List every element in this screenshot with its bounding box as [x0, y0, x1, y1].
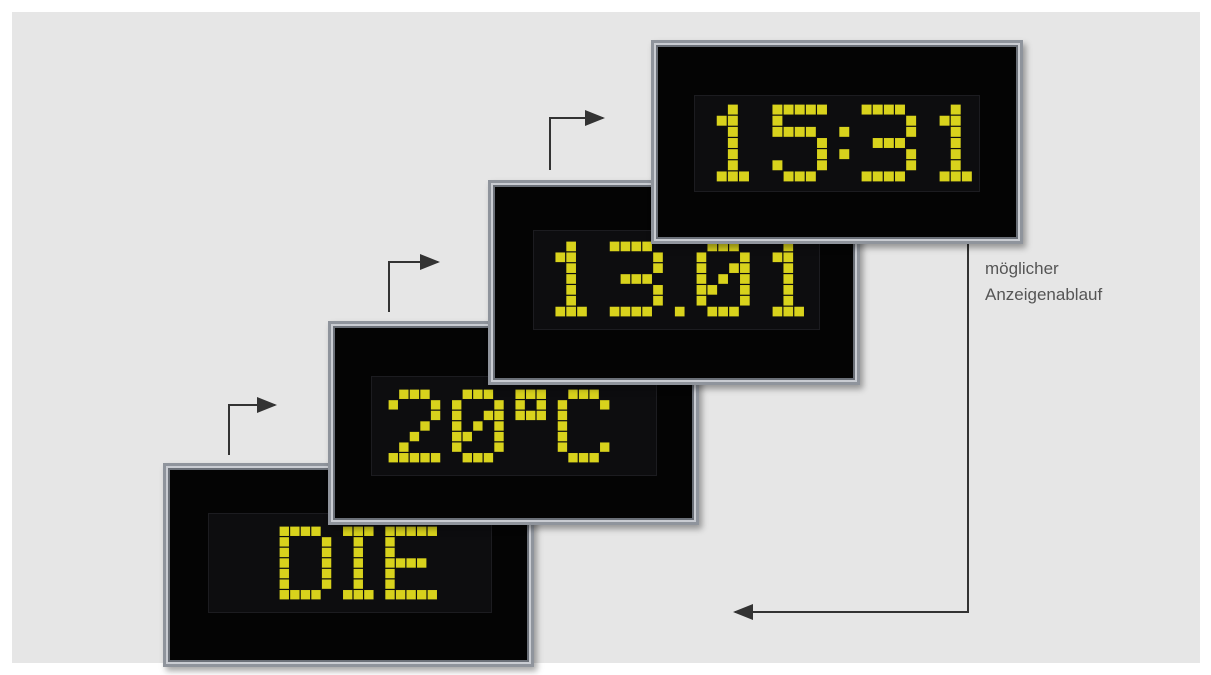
led-char [696, 241, 750, 317]
led-screen [371, 376, 657, 476]
led-screen [208, 513, 492, 613]
display-panel-time [651, 40, 1023, 244]
led-char [452, 389, 504, 463]
sequence-caption: möglicher Anzeigenablauf [985, 256, 1102, 308]
led-screen [533, 230, 820, 330]
led-char [772, 104, 827, 182]
led-char [716, 104, 749, 182]
led-text-time [716, 104, 972, 182]
caption-line-2: Anzeigenablauf [985, 285, 1103, 304]
led-char [279, 526, 332, 600]
led-char [674, 306, 685, 317]
led-text-word [279, 526, 437, 600]
caption-line-1: möglicher [985, 259, 1059, 278]
led-char [343, 526, 374, 600]
led-char [939, 104, 972, 182]
led-char [388, 389, 441, 463]
led-char [555, 241, 587, 317]
led-char [609, 241, 663, 317]
step-arrow-2 [388, 254, 440, 312]
led-char [385, 526, 437, 600]
led-screen [694, 95, 980, 192]
led-char [557, 389, 610, 463]
step-arrow-3 [549, 110, 605, 170]
led-text-temperature [388, 389, 610, 463]
led-char [515, 389, 546, 421]
step-arrow-1 [228, 397, 277, 455]
led-char [861, 104, 917, 182]
led-text-date [555, 241, 804, 317]
led-char [772, 241, 804, 317]
led-char [839, 126, 850, 160]
